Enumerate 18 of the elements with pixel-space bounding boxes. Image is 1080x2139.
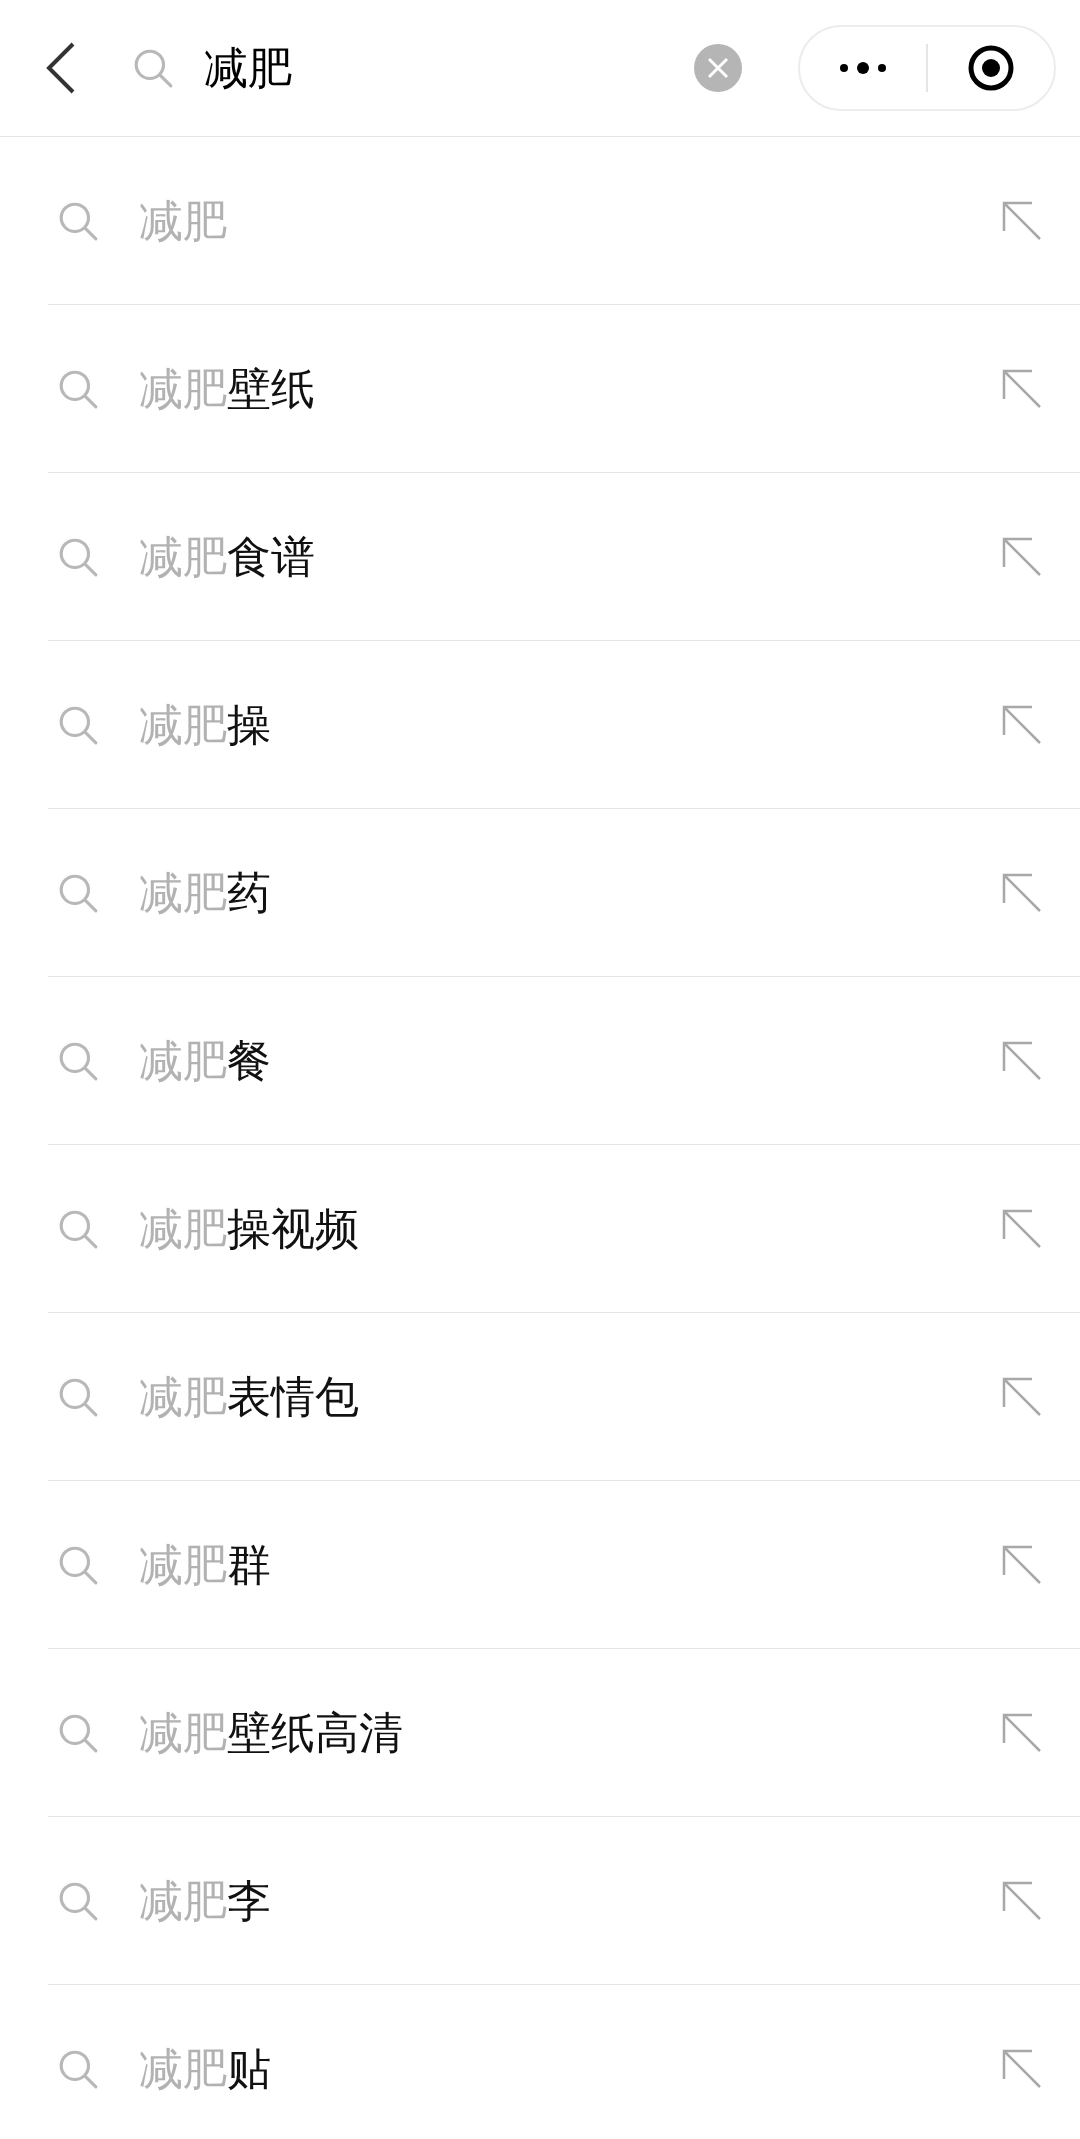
suggestion-item[interactable]: 减肥壁纸 [139,355,315,422]
suggestion-item[interactable]: 减肥表情包 [139,1363,359,1430]
more-icon [839,61,887,75]
suggestion-item[interactable]: 减肥餐 [139,1027,271,1094]
clear-button[interactable] [694,44,742,92]
suggestion-item[interactable]: 减肥贴 [139,2035,271,2102]
close-icon [707,57,729,79]
suggestion-item[interactable]: 减肥李 [139,1867,271,1934]
suggestion-item[interactable]: 减肥药 [139,859,271,926]
suggestion-item[interactable]: 减肥操 [139,691,271,758]
suggestion-item[interactable]: 减肥食谱 [139,523,315,590]
search-field[interactable]: 减肥 [204,35,684,101]
target-icon [967,44,1015,92]
suggestion-item[interactable]: 减肥群 [139,1531,271,1598]
search-icon [132,47,174,89]
back-icon[interactable] [46,42,76,94]
suggestion-item[interactable]: 减肥壁纸高清 [139,1699,403,1766]
suggestion-item[interactable]: 减肥操视频 [139,1195,359,1262]
